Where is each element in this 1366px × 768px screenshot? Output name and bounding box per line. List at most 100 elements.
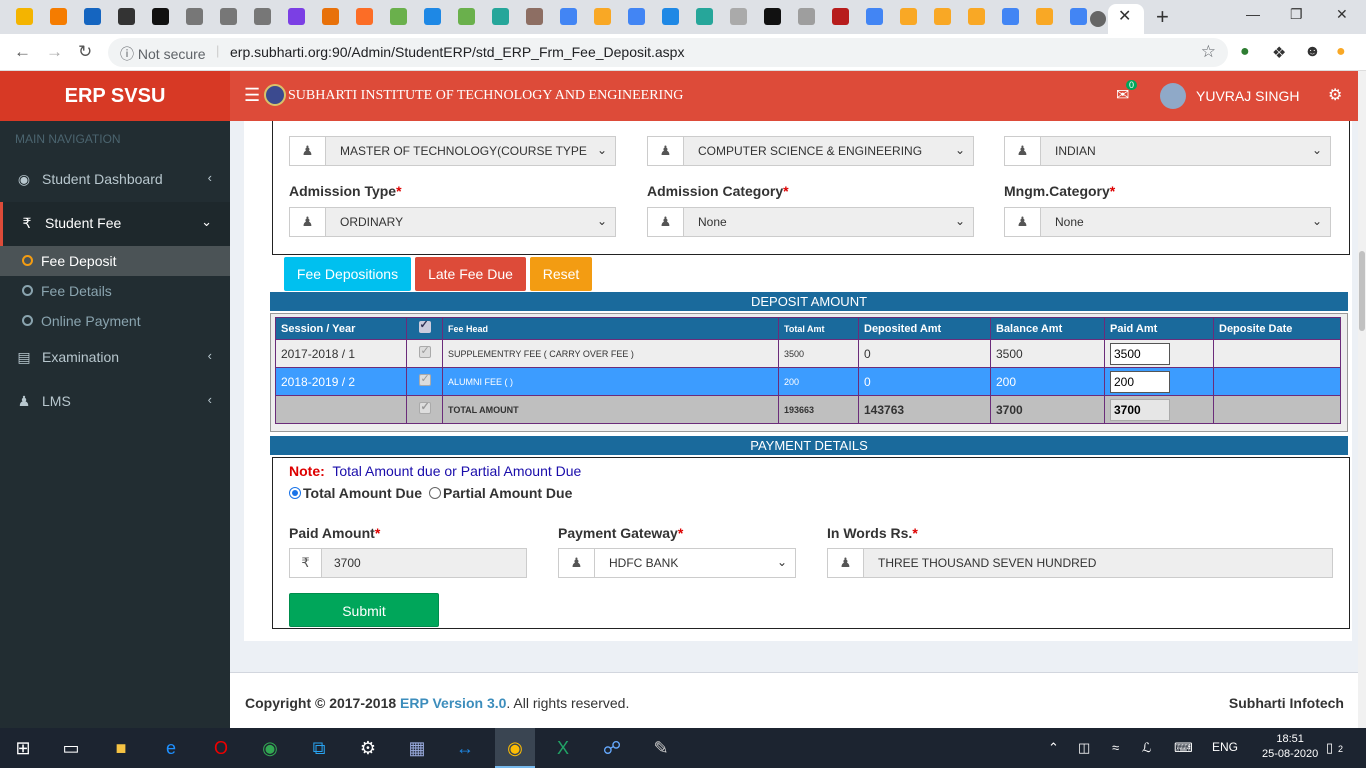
- payment-gateway-select[interactable]: ♟ HDFC BANK ⌄: [558, 548, 796, 578]
- tab-favicon-icon[interactable]: [16, 8, 33, 25]
- tab-favicon-icon[interactable]: [356, 8, 373, 25]
- internet-explorer-icon[interactable]: e: [160, 737, 182, 759]
- total-amount-due-radio[interactable]: Total Amount Due: [289, 485, 422, 501]
- tab-favicon-icon[interactable]: [118, 8, 135, 25]
- profile-icon[interactable]: ☻: [1304, 43, 1321, 61]
- user-name[interactable]: YUVRAJ SINGH: [1196, 88, 1299, 104]
- sidebar-item-examination[interactable]: ▤ Examination ‹: [0, 336, 230, 380]
- tab-favicon-icon[interactable]: [1002, 8, 1019, 25]
- tab-favicon-icon[interactable]: [934, 8, 951, 25]
- col-select-all[interactable]: [406, 317, 443, 340]
- sidebar-subitem-fee-deposit[interactable]: Fee Deposit: [0, 246, 230, 276]
- forward-icon[interactable]: →: [46, 42, 63, 62]
- tab-favicon-icon[interactable]: [730, 8, 747, 25]
- vscode-icon[interactable]: ⧉: [308, 737, 330, 759]
- table-row[interactable]: 2017-2018 / 1 SUPPLEMENTRY FEE ( CARRY O…: [275, 339, 1341, 368]
- tray-up-arrow-icon[interactable]: ⌃: [1048, 740, 1059, 756]
- windows-start-icon[interactable]: ⊞: [12, 737, 34, 759]
- paid-amount-input[interactable]: 200: [1110, 370, 1170, 393]
- tab-favicon-icon[interactable]: [628, 8, 645, 25]
- tab-favicon-icon[interactable]: [424, 8, 441, 25]
- page-scrollbar[interactable]: [1358, 71, 1366, 728]
- volume-muted-icon[interactable]: ℒ: [1142, 740, 1151, 756]
- version-link[interactable]: ERP Version 3.0: [400, 695, 506, 711]
- system-clock[interactable]: 18:51 25-08-2020: [1262, 732, 1318, 762]
- radio-unselected-icon[interactable]: [429, 487, 441, 499]
- tab-favicon-icon[interactable]: [1036, 8, 1053, 25]
- scrollbar-thumb[interactable]: [1359, 251, 1365, 331]
- sidebar-item-student-fee[interactable]: ₹ Student Fee ⌄: [0, 202, 230, 246]
- update-icon[interactable]: ●: [1336, 43, 1346, 61]
- tab-favicon-icon[interactable]: [832, 8, 849, 25]
- partial-amount-due-radio[interactable]: Partial Amount Due: [429, 485, 572, 501]
- tab-favicon-icon[interactable]: [458, 8, 475, 25]
- row-checkbox[interactable]: [418, 344, 431, 358]
- app-icon[interactable]: ▦: [406, 737, 428, 759]
- submit-button[interactable]: Submit: [289, 593, 439, 627]
- tab-favicon-icon[interactable]: [900, 8, 917, 25]
- settings-gears-icon[interactable]: ⚙: [1328, 85, 1342, 105]
- chrome-taskbar-active[interactable]: ◉: [495, 728, 535, 768]
- avatar[interactable]: [1160, 83, 1186, 109]
- tab-favicon-icon[interactable]: [594, 8, 611, 25]
- wifi-icon[interactable]: ≈: [1112, 740, 1119, 755]
- late-fee-due-button[interactable]: Late Fee Due: [415, 257, 526, 291]
- sidebar-subitem-online-payment[interactable]: Online Payment: [0, 306, 230, 336]
- student-type-select[interactable]: ♟ INDIAN ⌄: [1004, 136, 1331, 166]
- specialization-select[interactable]: ♟ COMPUTER SCIENCE & ENGINEERING ⌄: [647, 136, 974, 166]
- settings-icon[interactable]: ⚙: [357, 737, 379, 759]
- sidebar-subitem-fee-details[interactable]: Fee Details: [0, 276, 230, 306]
- task-view-icon[interactable]: ▭: [60, 737, 82, 759]
- shield-extension-icon[interactable]: ●: [1240, 43, 1250, 61]
- select-all-checkbox[interactable]: [418, 318, 431, 333]
- sidebar-item-student-dashboard[interactable]: ◉ Student Dashboard ‹: [0, 158, 230, 202]
- tab-favicon-icon[interactable]: [322, 8, 339, 25]
- tab-favicon-icon[interactable]: [764, 8, 781, 25]
- tab-favicon-icon[interactable]: [84, 8, 101, 25]
- file-explorer-icon[interactable]: ■: [110, 737, 132, 759]
- chrome-icon[interactable]: ◉: [504, 737, 526, 759]
- tab-favicon-icon[interactable]: [50, 8, 67, 25]
- course-select[interactable]: ♟ MASTER OF TECHNOLOGY(COURSE TYPE ⌄: [289, 136, 616, 166]
- tab-favicon-icon[interactable]: [390, 8, 407, 25]
- row-checkbox[interactable]: [418, 372, 431, 386]
- opera-icon[interactable]: O: [210, 737, 232, 759]
- tab-favicon-icon[interactable]: [220, 8, 237, 25]
- close-tab-icon[interactable]: ✕: [1118, 6, 1131, 26]
- battery-icon[interactable]: ◫: [1078, 740, 1090, 756]
- notification-center-icon[interactable]: ▯: [1326, 740, 1333, 756]
- mngm-category-select[interactable]: ♟ None ⌄: [1004, 207, 1331, 237]
- teamviewer-icon[interactable]: ↔: [454, 737, 476, 759]
- sidebar-item-lms[interactable]: ♟ LMS ‹: [0, 380, 230, 424]
- brand-logo[interactable]: ERP SVSU: [0, 71, 230, 121]
- menu-toggle-icon[interactable]: ☰: [244, 85, 260, 106]
- reload-icon[interactable]: ↻: [78, 42, 92, 62]
- tab-favicon-icon[interactable]: [798, 8, 815, 25]
- tab-favicon-icon[interactable]: [152, 8, 169, 25]
- keyboard-icon[interactable]: ⌨: [1174, 740, 1193, 756]
- minimize-icon[interactable]: —: [1246, 6, 1260, 22]
- tab-favicon-icon[interactable]: [288, 8, 305, 25]
- bookmark-star-icon[interactable]: ☆: [1201, 42, 1216, 62]
- new-tab-button[interactable]: +: [1156, 4, 1169, 30]
- paint-icon[interactable]: ✎: [650, 737, 672, 759]
- radio-selected-icon[interactable]: [289, 487, 301, 499]
- edge-icon[interactable]: ◉: [259, 737, 281, 759]
- omnibox[interactable]: ⓘ Not secure | erp.subharti.org:90/Admin…: [108, 38, 1228, 67]
- tab-favicon-icon[interactable]: [696, 8, 713, 25]
- maximize-icon[interactable]: ❐: [1290, 6, 1303, 23]
- admission-type-select[interactable]: ♟ ORDINARY ⌄: [289, 207, 616, 237]
- admission-category-select[interactable]: ♟ None ⌄: [647, 207, 974, 237]
- url-text[interactable]: erp.subharti.org:90/Admin/StudentERP/std…: [230, 44, 684, 60]
- language-indicator[interactable]: ENG: [1212, 740, 1238, 754]
- close-window-icon[interactable]: ✕: [1336, 6, 1348, 23]
- paid-amount-input[interactable]: 3500: [1110, 342, 1170, 365]
- tab-favicon-icon[interactable]: [526, 8, 543, 25]
- table-row[interactable]: 2018-2019 / 2 ALUMNI FEE ( ) 200 0 200 2…: [275, 367, 1341, 396]
- tab-favicon-icon[interactable]: [1070, 8, 1087, 25]
- tab-favicon-icon[interactable]: [186, 8, 203, 25]
- excel-icon[interactable]: X: [552, 737, 574, 759]
- tab-favicon-icon[interactable]: [662, 8, 679, 25]
- extensions-puzzle-icon[interactable]: ❖: [1272, 43, 1286, 63]
- fee-depositions-button[interactable]: Fee Depositions: [284, 257, 411, 291]
